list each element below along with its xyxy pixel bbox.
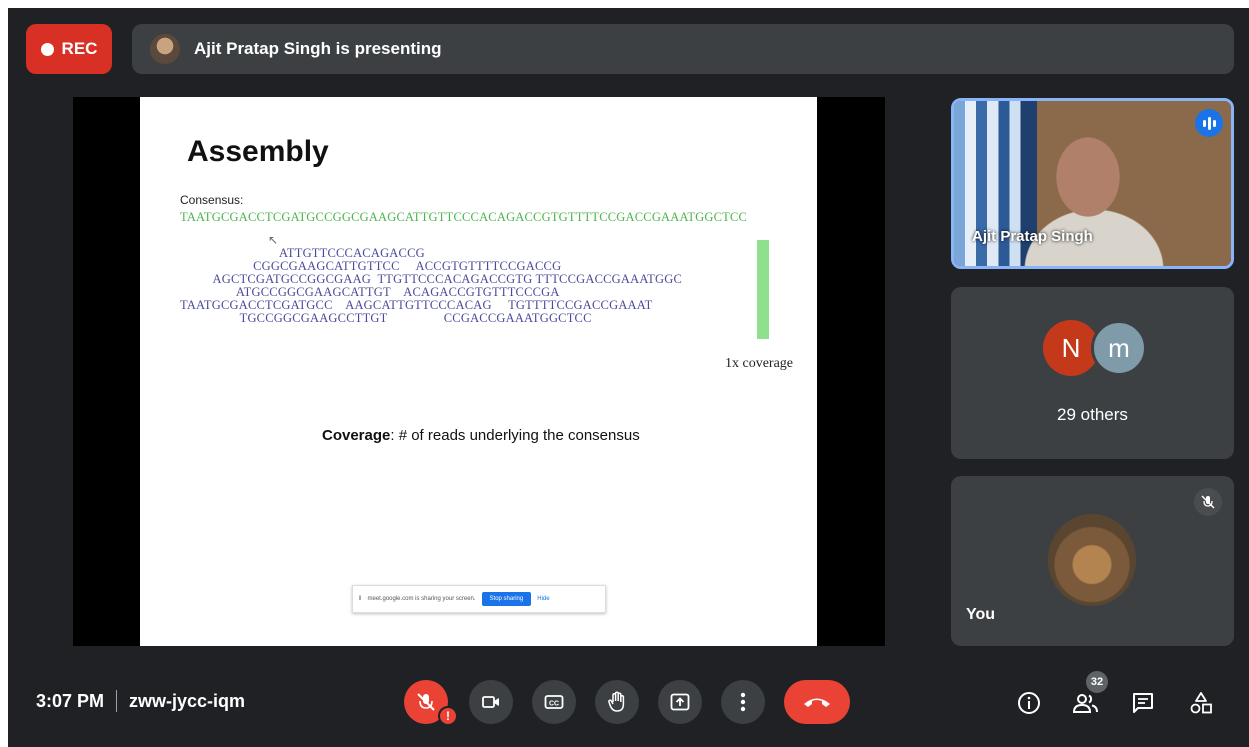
clock-time: 3:07 PM — [36, 690, 105, 711]
present-button[interactable] — [658, 680, 702, 724]
hide-notice-button[interactable]: Hide — [537, 596, 549, 602]
share-notice-text: meet.google.com is sharing your screen. — [367, 596, 476, 602]
coverage-definition: Coverage: # of reads underlying the cons… — [322, 427, 640, 444]
mouse-cursor-icon: ↖ — [268, 233, 279, 247]
coverage-term: Coverage — [322, 427, 391, 444]
slide: Assembly Consensus: TAATGCGACCTCGATGCCGG… — [140, 97, 817, 646]
activities-button[interactable] — [1184, 686, 1218, 720]
present-icon — [670, 693, 690, 711]
record-dot-icon — [40, 42, 54, 56]
self-tile[interactable]: You — [951, 476, 1234, 646]
meeting-details-button[interactable] — [1012, 686, 1046, 720]
screen-share-notice: ‖ meet.google.com is sharing your screen… — [352, 585, 606, 613]
control-bar: 3:07 PM zww-jycc-iqm ! CC 32 — [8, 668, 1249, 740]
coverage-definition-text: : # of reads underlying the consensus — [390, 427, 640, 444]
presenter-banner: Ajit Pratap Singh is presenting — [132, 24, 1234, 74]
svg-text:CC: CC — [549, 701, 559, 708]
mic-warning-icon: ! — [438, 706, 458, 726]
slide-title: Assembly — [187, 135, 329, 168]
presenter-video — [1024, 119, 1164, 266]
people-icon — [1073, 694, 1098, 713]
consensus-sequence: TAATGCGACCTCGATGCCGGCGAAGCATTGTTCCCACAGA… — [180, 210, 748, 224]
presenter-banner-text: Ajit Pratap Singh is presenting — [194, 39, 442, 58]
presenter-video-tile[interactable]: Ajit Pratap Singh — [951, 98, 1234, 269]
captions-icon: CC — [544, 695, 564, 709]
chat-icon — [1133, 693, 1153, 713]
speaking-indicator-icon — [1195, 109, 1223, 137]
divider — [116, 690, 118, 712]
avatar — [150, 34, 180, 64]
activities-icon — [1190, 692, 1212, 714]
participants-count-badge: 32 — [1086, 671, 1108, 693]
end-call-icon — [804, 698, 830, 707]
more-options-button[interactable] — [721, 680, 765, 724]
others-count-label: 29 others — [1057, 405, 1128, 424]
end-call-button[interactable] — [784, 680, 850, 724]
self-label: You — [966, 606, 996, 623]
meet-window: REC Ajit Pratap Singh is presenting Asse… — [8, 8, 1249, 747]
coverage-highlight — [757, 240, 769, 339]
presenter-name-label: Ajit Pratap Singh — [972, 228, 1093, 245]
mic-off-icon — [417, 693, 435, 711]
chat-button[interactable] — [1126, 686, 1160, 720]
recording-indicator: REC — [26, 24, 112, 74]
meeting-code: zww-jycc-iqm — [129, 690, 246, 711]
raise-hand-icon — [608, 691, 625, 712]
self-avatar — [1048, 514, 1136, 606]
camera-icon — [482, 696, 499, 708]
captions-button[interactable]: CC — [532, 680, 576, 724]
participant-avatar: m — [1091, 320, 1147, 376]
more-icon — [740, 692, 746, 712]
info-icon — [1018, 692, 1040, 714]
meeting-info: 3:07 PM zww-jycc-iqm — [36, 690, 245, 712]
mic-off-icon — [1194, 488, 1222, 516]
read-line: TGCCGGCGAAGCCTTGT CCGACCGAAATGGCTCC — [180, 311, 592, 325]
consensus-label: Consensus: — [180, 193, 244, 207]
drag-handle-icon[interactable]: ‖ — [359, 596, 361, 602]
coverage-callout: 1x coverage — [725, 356, 794, 371]
recording-label: REC — [61, 39, 98, 58]
stop-sharing-button[interactable]: Stop sharing — [481, 592, 532, 606]
camera-button[interactable] — [469, 680, 513, 724]
raise-hand-button[interactable] — [595, 680, 639, 724]
others-tile[interactable]: N m 29 others — [951, 287, 1234, 459]
presentation-stage: Assembly Consensus: TAATGCGACCTCGATGCCGG… — [73, 97, 885, 646]
